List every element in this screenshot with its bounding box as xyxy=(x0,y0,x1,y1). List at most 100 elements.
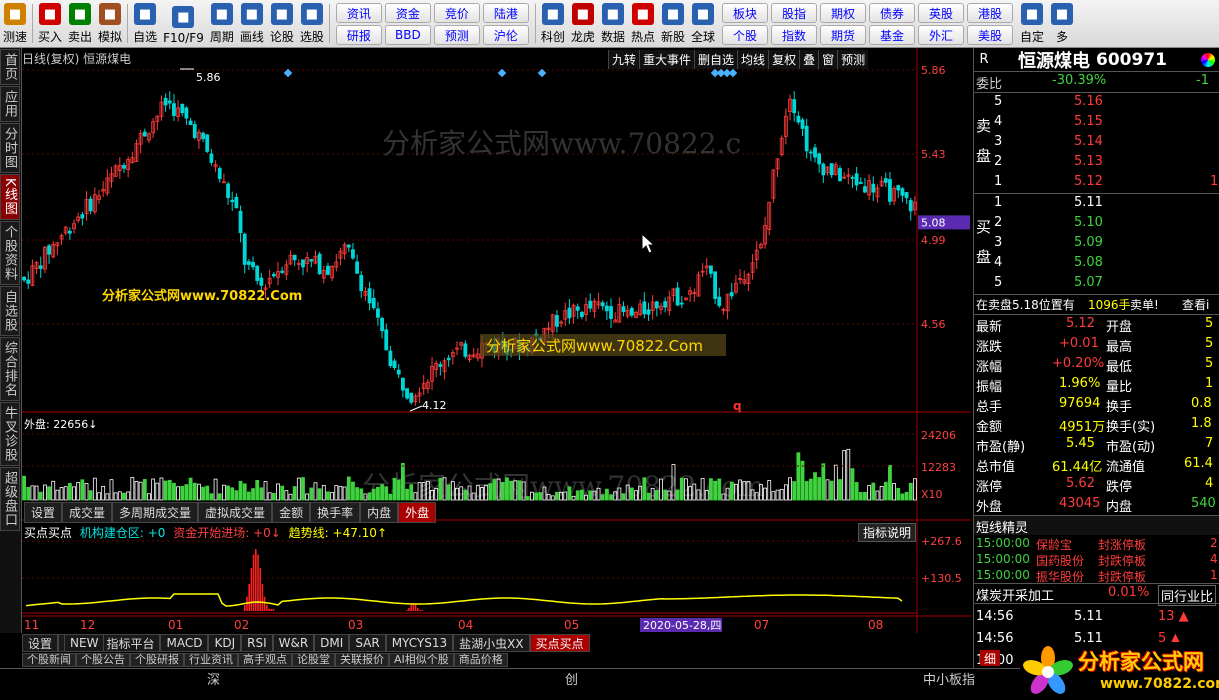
volume-subtab-5[interactable]: 换手率 xyxy=(310,502,361,523)
chart-tool-1[interactable]: 重大事件 xyxy=(639,50,695,69)
toolbar-item2-0-button[interactable]: ■ 科创 xyxy=(538,0,568,47)
toolbar-grid2-11[interactable]: 美股 xyxy=(967,25,1013,45)
toolbar-item2-3-button[interactable]: ■ 热点 xyxy=(628,0,658,47)
status-zxb[interactable]: 中小板指 xyxy=(923,669,975,688)
info-tab-1[interactable]: 个股公告 xyxy=(76,653,130,667)
industry-compare-button[interactable]: 同行业比 xyxy=(1158,585,1217,606)
toolbar-grid1-0[interactable]: 资讯 xyxy=(335,3,382,23)
chart-area[interactable]: 5.86 5.43 4.99 4.56 5.08 分析家公式网www.70822.c 分析家… xyxy=(22,48,971,633)
event-marker-icon[interactable] xyxy=(728,68,738,78)
chart-tool-2[interactable]: 删自选 xyxy=(694,50,738,69)
toolbar-item2-5-button[interactable]: ■ 全球 xyxy=(688,0,718,47)
left-tab-5[interactable]: 自选股 xyxy=(0,285,20,336)
chart-tool-7[interactable]: 预测 xyxy=(837,50,869,69)
chart-tool-6[interactable]: 窗 xyxy=(818,50,838,69)
indicator-tab-1[interactable]: NEW 指标平台 xyxy=(58,634,161,652)
info-tab-2[interactable]: 个股研报 xyxy=(130,653,184,667)
left-tab-0[interactable]: 首页 xyxy=(0,49,20,85)
chart-tool-5[interactable]: 叠 xyxy=(799,50,819,69)
candle-body xyxy=(367,288,372,304)
event-marker-icon[interactable] xyxy=(537,68,547,78)
indicator-tab-2[interactable]: MACD xyxy=(160,634,209,652)
indicator-tab-7[interactable]: SAR xyxy=(349,634,386,652)
status-shen[interactable]: 深 xyxy=(207,669,220,688)
info-tab-0[interactable]: 个股新闻 xyxy=(22,653,76,667)
left-tab-3[interactable]: K线图 xyxy=(0,174,20,220)
toolbar-grid1-7[interactable]: 沪伦 xyxy=(482,25,529,45)
info-tab-6[interactable]: 关联报价 xyxy=(335,653,389,667)
detail-tab[interactable]: 细 xyxy=(980,650,1000,666)
volume-subtab-1[interactable]: 成交量 xyxy=(62,502,113,523)
left-tab-7[interactable]: 牛叉诊股 xyxy=(0,401,20,466)
indicator-tab-9[interactable]: 盐湖小虫XX xyxy=(453,634,530,652)
indicator-tab-3[interactable]: KDJ xyxy=(208,634,242,652)
toolbar-item3-0-button[interactable]: ■ 自定 xyxy=(1017,0,1047,47)
volume-subtab-7[interactable]: 外盘 xyxy=(398,502,437,523)
toolbar-item-3-button[interactable]: ■ 模拟 xyxy=(95,0,125,47)
toolbar-grid2-4[interactable]: 英股 xyxy=(918,3,964,23)
indicator-tab-0[interactable]: 设置 xyxy=(22,634,59,652)
indicator-tab-5[interactable]: W&R xyxy=(272,634,315,652)
toolbar-grid2-0[interactable]: 板块 xyxy=(722,3,768,23)
toolbar-grid2-10[interactable]: 外汇 xyxy=(918,25,964,45)
volume-subtab-0[interactable]: 设置 xyxy=(24,502,63,523)
info-tab-5[interactable]: 论股堂 xyxy=(292,653,335,667)
toolbar-grid2-1[interactable]: 股指 xyxy=(771,3,817,23)
toolbar-item-5-button[interactable]: ■ F10/F9 xyxy=(160,0,207,47)
indicator-tab-8[interactable]: MYCYS13 xyxy=(385,634,454,652)
toolbar-grid2-5[interactable]: 港股 xyxy=(967,3,1013,23)
info-tab-3[interactable]: 行业资讯 xyxy=(184,653,238,667)
left-tab-2[interactable]: 分时图 xyxy=(0,123,20,173)
toolbar-item-0-button[interactable]: ■ 测速 xyxy=(0,0,30,47)
toolbar-grid1-5[interactable]: BBD xyxy=(384,25,431,45)
status-chuang[interactable]: 创 xyxy=(565,669,578,688)
chart-tool-3[interactable]: 均线 xyxy=(737,50,769,69)
industry-name[interactable]: 煤炭开采加工 xyxy=(976,585,1054,604)
chart-tool-0[interactable]: 九转 xyxy=(608,50,640,69)
volume-subtab-6[interactable]: 内盘 xyxy=(360,502,399,523)
toolbar-grid2-3[interactable]: 债券 xyxy=(869,3,915,23)
inplace-view-button[interactable]: 查看i xyxy=(1182,296,1209,313)
stat-value2: 0.8 xyxy=(1191,396,1212,411)
volume-subtab-2[interactable]: 多周期成交量 xyxy=(112,502,199,523)
indicator-tab-4[interactable]: RSI xyxy=(241,634,273,652)
left-tab-1[interactable]: 应用 xyxy=(0,86,20,122)
indicator-tab-10[interactable]: 买点买点 xyxy=(529,634,590,652)
kline-chart[interactable]: 5.86 5.43 4.99 4.56 5.08 分析家公式网www.70822.c 分析家… xyxy=(22,48,971,633)
toolbar-item-6-button[interactable]: ■ 周期 xyxy=(207,0,237,47)
left-tab-6[interactable]: 综合排名 xyxy=(0,336,20,401)
toolbar-grid2-7[interactable]: 指数 xyxy=(771,25,817,45)
toolbar-item-1-button[interactable]: ■ 买入 xyxy=(35,0,65,47)
toolbar-item-2-button[interactable]: ■ 卖出 xyxy=(65,0,95,47)
event-marker-icon[interactable] xyxy=(497,68,507,78)
toolbar-grid2-8[interactable]: 期货 xyxy=(820,25,866,45)
toolbar-item2-4-button[interactable]: ■ 新股 xyxy=(658,0,688,47)
indicator-help-button[interactable]: 指标说明 xyxy=(858,523,917,542)
info-tab-7[interactable]: AI相似个股 xyxy=(389,653,454,667)
toolbar-item-9-button[interactable]: ■ 选股 xyxy=(297,0,327,47)
info-tab-4[interactable]: 高手观点 xyxy=(238,653,292,667)
toolbar-grid1-2[interactable]: 竞价 xyxy=(433,3,480,23)
left-tab-8[interactable]: 超级盘口 xyxy=(0,466,20,531)
indicator-tab-6[interactable]: DMI xyxy=(314,634,350,652)
event-marker-icon[interactable] xyxy=(283,68,293,78)
chart-tool-4[interactable]: 复权 xyxy=(768,50,800,69)
color-wheel-icon[interactable] xyxy=(1201,52,1215,67)
toolbar-grid1-4[interactable]: 研报 xyxy=(335,25,382,45)
toolbar-item-4-button[interactable]: ■ 自选 xyxy=(130,0,160,47)
toolbar-item2-2-button[interactable]: ■ 数据 xyxy=(598,0,628,47)
toolbar-item2-1-button[interactable]: ■ 龙虎 xyxy=(568,0,598,47)
volume-subtab-4[interactable]: 金额 xyxy=(272,502,311,523)
toolbar-grid2-6[interactable]: 个股 xyxy=(722,25,768,45)
toolbar-item-8-button[interactable]: ■ 论股 xyxy=(267,0,297,47)
info-tab-8[interactable]: 商品价格 xyxy=(453,653,508,667)
toolbar-grid2-9[interactable]: 基金 xyxy=(869,25,915,45)
toolbar-grid1-1[interactable]: 资金 xyxy=(384,3,431,23)
left-tab-4[interactable]: 个股资料 xyxy=(0,220,20,285)
toolbar-grid1-3[interactable]: 陆港 xyxy=(482,3,529,23)
toolbar-grid1-6[interactable]: 预测 xyxy=(433,25,480,45)
toolbar-item3-1-button[interactable]: ■ 多 xyxy=(1047,0,1077,47)
toolbar-grid2-2[interactable]: 期权 xyxy=(820,3,866,23)
toolbar-item-7-button[interactable]: ■ 画线 xyxy=(237,0,267,47)
volume-subtab-3[interactable]: 虚拟成交量 xyxy=(198,502,273,523)
